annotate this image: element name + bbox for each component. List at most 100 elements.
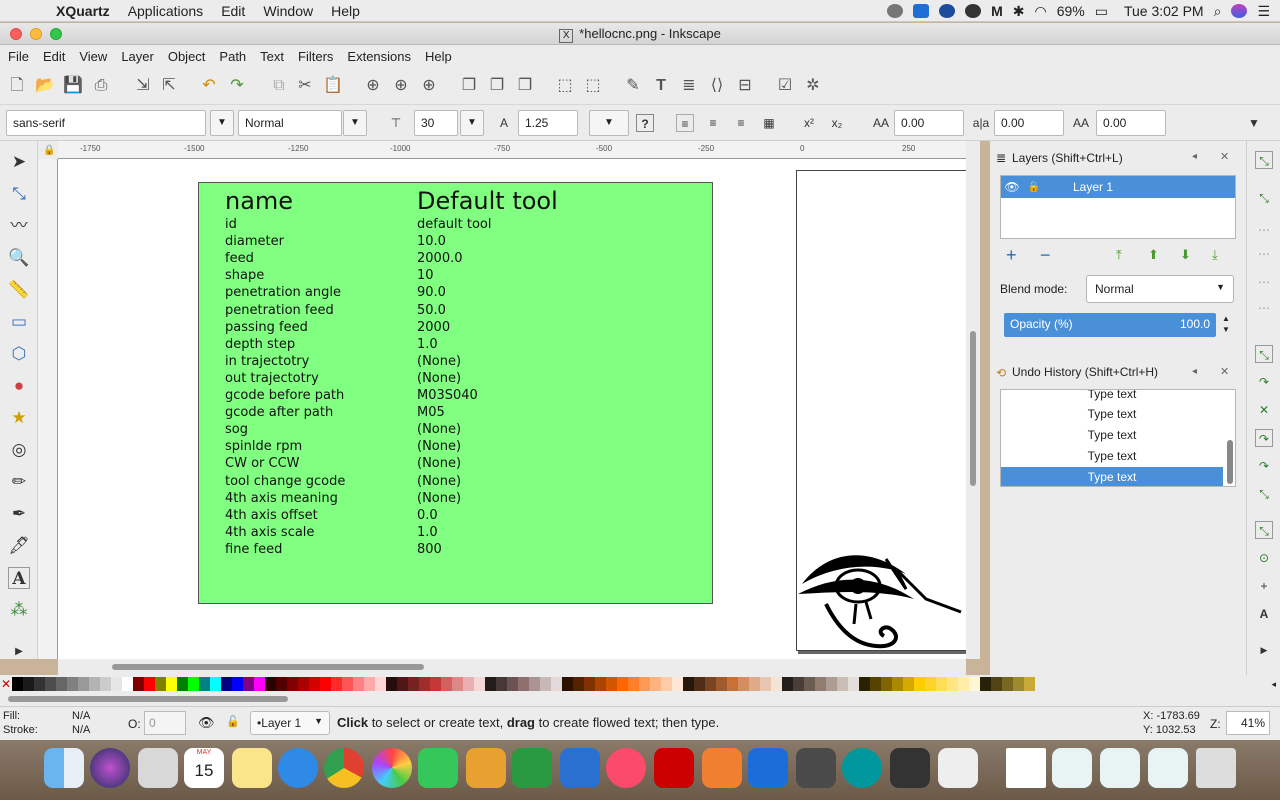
snap-smooth-nodes-icon[interactable]: ↷ [1255,457,1273,475]
snap-centers-icon[interactable]: ⊙ [1255,549,1273,567]
palette-scroll-thumb[interactable] [8,696,288,702]
snap-toggle-icon[interactable]: ⤡ [1255,151,1273,169]
color-swatch[interactable] [1002,677,1013,691]
align-left-icon[interactable]: ≡ [676,114,694,132]
iconify-icon[interactable]: ◂ [1192,366,1197,377]
spotlight-icon[interactable]: ⌕ [1214,3,1222,20]
color-swatch[interactable] [45,677,56,691]
undo-history-list[interactable]: Type text Type text Type text Type text … [1000,389,1236,487]
color-swatch[interactable] [705,677,716,691]
param-name[interactable]: gcode after path [225,405,333,420]
sublime-icon[interactable] [796,748,836,788]
color-swatch[interactable] [78,677,89,691]
opacity-slider[interactable]: Opacity (%) 100.0 [1004,313,1216,337]
lower-layer-icon[interactable]: ⬇ [1180,247,1191,263]
color-swatch[interactable] [298,677,309,691]
color-swatch[interactable] [595,677,606,691]
itunes-icon[interactable] [606,748,646,788]
lock-guides-icon[interactable]: 🔒 [43,145,55,156]
param-value[interactable]: 2000.0 [417,251,463,266]
notes-icon[interactable] [232,748,272,788]
export-icon[interactable]: ⇱ [158,75,180,97]
param-name[interactable]: penetration angle [225,285,341,300]
color-swatch[interactable] [683,677,694,691]
color-swatch[interactable] [815,677,826,691]
zoom-page-icon[interactable]: ⊕ [418,75,440,97]
color-swatch[interactable] [441,677,452,691]
color-swatch[interactable] [661,677,672,691]
color-swatch[interactable] [177,677,188,691]
wifi-icon[interactable]: ◠ [1034,3,1046,20]
blend-mode-select[interactable]: Normal ▼ [1086,275,1234,303]
status-app3-icon[interactable] [965,4,982,18]
zoom-drawing-icon[interactable]: ⊕ [390,75,412,97]
layers-icon[interactable]: ≣ [678,75,700,97]
iconify-icon[interactable]: ◂ [1192,151,1197,162]
hide-layer-icon[interactable]: 👁 [198,715,215,731]
snap-bbox-midpoints-icon[interactable]: ⋯ [1255,273,1273,291]
param-name[interactable]: id [225,217,237,232]
teamviewer-dock-icon[interactable] [748,748,788,788]
vertical-scrollbar[interactable] [966,141,980,659]
no-paint-icon[interactable]: ✕ [0,677,12,691]
color-swatch[interactable] [980,677,991,691]
rectangle-tool-icon[interactable]: ▭ [8,311,30,333]
param-name[interactable]: penetration feed [225,303,334,318]
superscript-icon[interactable]: x² [800,114,818,132]
param-value[interactable]: (None) [417,491,461,506]
snapbar-more-icon[interactable]: ▶ [1255,641,1273,659]
color-swatch[interactable] [419,677,430,691]
color-swatch[interactable] [67,677,78,691]
param-name[interactable]: feed [225,251,254,266]
param-name[interactable]: 4th axis offset [225,508,318,523]
stack-folder-icon[interactable] [1148,748,1188,788]
align-justify-icon[interactable]: ▦ [760,114,778,132]
color-swatch[interactable] [243,677,254,691]
color-swatch[interactable] [89,677,100,691]
stack-folder-icon[interactable] [1052,748,1092,788]
param-value[interactable]: M05 [417,405,445,420]
color-swatch[interactable] [100,677,111,691]
menu-layer[interactable]: Layer [121,49,154,64]
snap-midpoints-icon[interactable]: ⤡ [1255,485,1273,503]
menu-extensions[interactable]: Extensions [347,49,411,64]
pen-tool-icon[interactable]: ✒ [8,503,30,525]
menu-help[interactable]: Help [425,49,452,64]
font-size-dropdown[interactable]: ▼ [460,110,484,136]
calligraphy-tool-icon[interactable]: 🖋 [8,535,30,557]
color-swatch[interactable] [540,677,551,691]
vertical-scroll-thumb[interactable] [970,331,976,486]
current-layer-select[interactable]: •Layer 1 ▼ [250,711,330,735]
snap-bbox-corners-icon[interactable]: ⋯ [1255,245,1273,263]
raise-layer-icon[interactable]: ⬆ [1148,247,1159,263]
color-swatch[interactable] [881,677,892,691]
param-name[interactable]: 4th axis scale [225,525,314,540]
color-swatch[interactable] [397,677,408,691]
layer-row[interactable]: 👁 🔓 Layer 1 [1001,176,1235,198]
snap-cusp-nodes-icon[interactable]: ↷ [1255,429,1273,447]
param-name[interactable]: passing feed [225,320,308,335]
status-opacity-input[interactable]: 0 [144,711,186,735]
param-name[interactable]: depth step [225,337,295,352]
color-swatch[interactable] [584,677,595,691]
color-swatch[interactable] [309,677,320,691]
param-name[interactable]: gcode before path [225,388,344,403]
align-distribute-icon[interactable]: ⊟ [734,75,756,97]
param-value[interactable]: 1.0 [417,337,438,352]
cut-icon[interactable]: ✂ [294,75,316,97]
color-swatch[interactable] [199,677,210,691]
toolbox-more-icon[interactable]: ▶ [8,641,30,663]
color-swatch[interactable] [782,677,793,691]
document-icon[interactable] [1006,748,1046,788]
drawing-canvas[interactable]: name Default tool id default tool diameter… [58,159,966,659]
param-name[interactable]: sog [225,422,248,437]
undo-history-item[interactable]: Type text [1001,425,1223,446]
mac-menu-applications[interactable]: Applications [128,3,204,19]
color-swatch[interactable] [694,677,705,691]
color-swatch[interactable] [518,677,529,691]
tweak-tool-icon[interactable]: 〰 [8,215,30,237]
color-swatch[interactable] [287,677,298,691]
color-swatch[interactable] [386,677,397,691]
ungroup-icon[interactable]: ⬚ [582,75,604,97]
color-swatch[interactable] [34,677,45,691]
